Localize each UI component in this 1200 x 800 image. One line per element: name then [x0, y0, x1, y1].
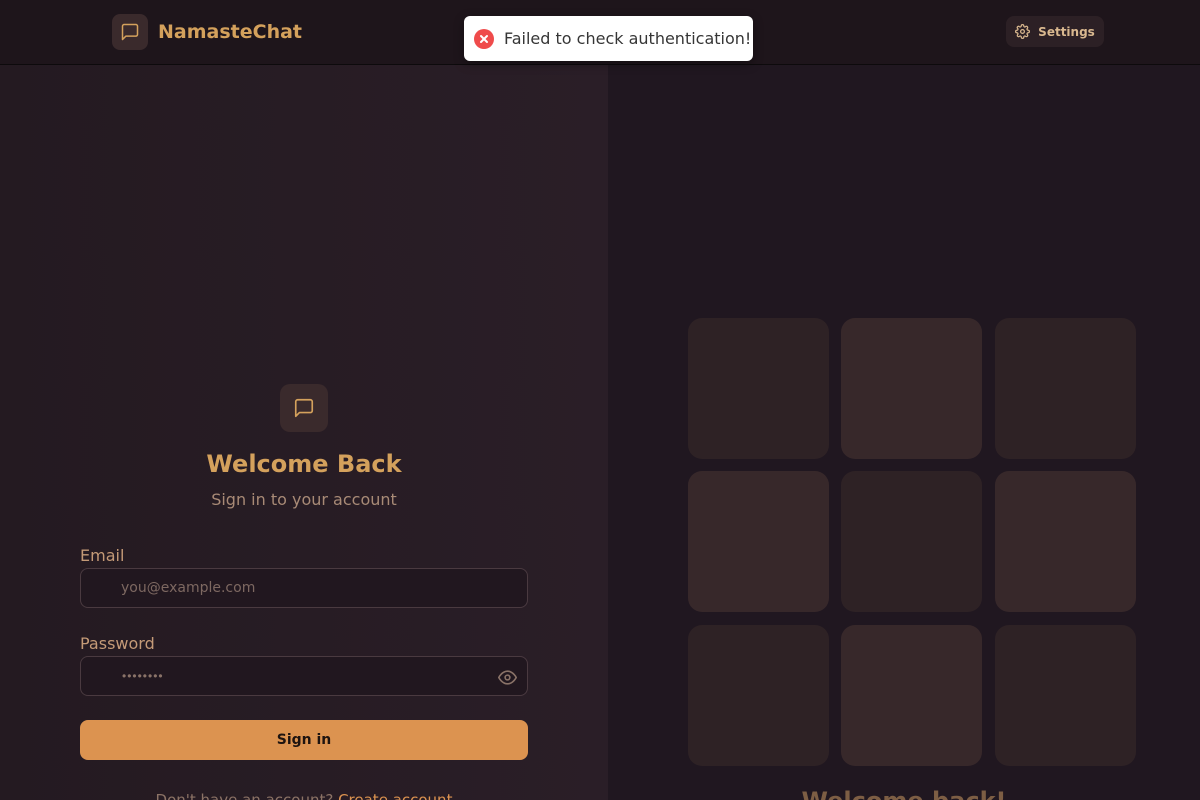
password-field-wrapper: •••••••• [80, 656, 528, 696]
pattern-tile [995, 318, 1136, 459]
brand[interactable]: NamasteChat [112, 14, 302, 50]
password-label: Password [80, 634, 155, 653]
signup-prompt: Don't have an account? [155, 791, 339, 800]
gear-icon [1015, 24, 1031, 39]
email-input[interactable] [81, 569, 527, 607]
create-account-link[interactable]: Create account [338, 791, 452, 800]
decorative-panel: Welcome back! [608, 65, 1200, 800]
pattern-tile [995, 471, 1136, 612]
pattern-tile [841, 471, 982, 612]
pattern-tile [688, 471, 829, 612]
aside-title: Welcome back! [608, 787, 1200, 800]
email-label: Email [80, 546, 125, 565]
app-root: NamasteChat Settings Failed to check aut… [0, 0, 1200, 800]
page-title: Welcome Back [206, 450, 402, 478]
pattern-tile [688, 625, 829, 766]
toast-message: Failed to check authentication! [504, 29, 752, 48]
email-field-wrapper [80, 568, 528, 608]
pattern-tile [995, 625, 1136, 766]
message-square-icon [280, 384, 328, 432]
error-circle-icon [474, 28, 494, 49]
signup-prompt-line: Don't have an account? Create account [0, 791, 608, 800]
pattern-tile [841, 318, 982, 459]
sign-in-button[interactable]: Sign in [80, 720, 528, 760]
settings-label: Settings [1038, 24, 1095, 39]
page-subtitle: Sign in to your account [211, 490, 397, 509]
login-panel: Welcome Back Sign in to your account Ema… [0, 65, 608, 800]
show-password-toggle[interactable] [497, 667, 517, 687]
pattern-tile [841, 625, 982, 766]
eye-icon [497, 669, 517, 685]
message-square-icon [112, 14, 148, 50]
pattern-tile [688, 318, 829, 459]
settings-button[interactable]: Settings [1006, 16, 1104, 47]
error-toast[interactable]: Failed to check authentication! [464, 16, 753, 61]
brand-name: NamasteChat [158, 21, 302, 43]
password-input[interactable] [81, 657, 527, 695]
